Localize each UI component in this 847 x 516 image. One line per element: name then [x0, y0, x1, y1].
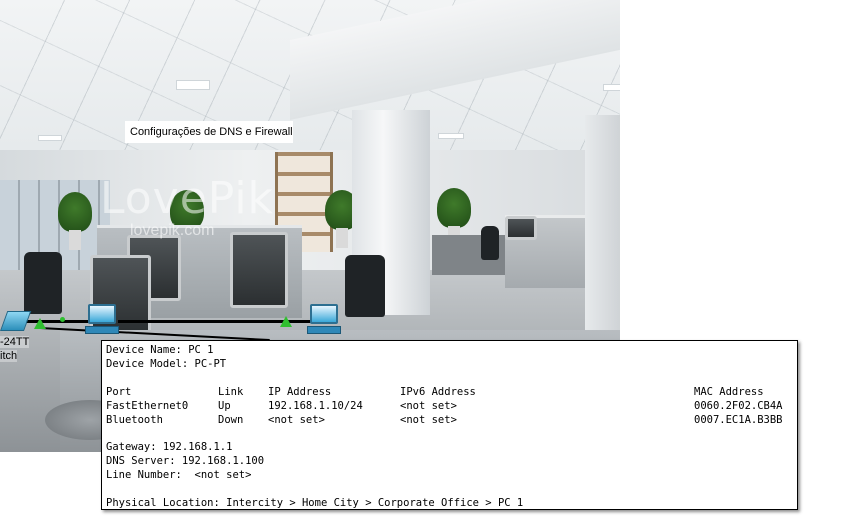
switch-type-label: itch: [0, 350, 18, 362]
watermark-url: lovepik.com: [130, 222, 215, 239]
dns-label: DNS Server:: [106, 455, 176, 467]
line-number-row: Line Number: <not set>: [106, 469, 251, 482]
plant: [58, 192, 92, 250]
switch-model-label: -24TT: [0, 336, 30, 348]
monitor: [505, 216, 537, 240]
gateway-value: 192.168.1.1: [162, 441, 233, 453]
watermark-brand: LovePik: [100, 173, 275, 224]
dns-value: 192.168.1.100: [181, 455, 265, 467]
interface-ip: 192.168.1.10/24: [268, 400, 363, 412]
interface-port: Bluetooth: [106, 414, 163, 426]
pillar: [585, 115, 620, 335]
interface-mac: 0060.2F02.CB4A: [694, 400, 783, 412]
physical-location-value: Intercity > Home City > Corporate Office…: [226, 497, 524, 509]
gateway-label: Gateway:: [106, 441, 157, 453]
physical-location-label: Physical Location:: [106, 497, 220, 509]
device-name-label: Device Name:: [106, 344, 182, 356]
port-header: Port: [106, 386, 132, 398]
device-model-label: Device Model:: [106, 358, 189, 370]
office-chair: [24, 252, 62, 314]
monitor: [230, 232, 288, 308]
link-header: Link: [218, 386, 244, 398]
device-model-value: PC-PT: [194, 358, 227, 370]
device-name-row: Device Name: PC 1: [106, 344, 213, 357]
dns-row: DNS Server: 192.168.1.100: [106, 455, 264, 468]
link-status-up-icon: [280, 316, 292, 327]
interface-port: FastEthernet0: [106, 400, 189, 412]
interface-ipv6: <not set>: [400, 414, 457, 426]
link-status-up-icon: [34, 318, 46, 329]
link-status-up-icon: [60, 317, 65, 322]
ceiling-light: [603, 84, 620, 91]
area-label: Configurações de DNS e Firewall: [125, 121, 293, 143]
line-number-value: <not set>: [194, 469, 252, 481]
interface-ip: <not set>: [268, 414, 325, 426]
mac-header: MAC Address: [694, 386, 764, 398]
ceiling-light: [438, 133, 464, 139]
line-number-label: Line Number:: [106, 469, 182, 481]
office-chair: [345, 255, 385, 317]
pc-1-icon[interactable]: [307, 304, 341, 336]
gateway-row: Gateway: 192.168.1.1: [106, 441, 232, 454]
device-info-tooltip: Device Name: PC 1 Device Model: PC-PT Po…: [101, 340, 798, 510]
device-model-row: Device Model: PC-PT: [106, 358, 226, 371]
ipv6-header: IPv6 Address: [400, 386, 476, 398]
physical-location-row: Physical Location: Intercity > Home City…: [106, 497, 523, 510]
interface-link: Down: [218, 414, 244, 426]
ceiling-light: [38, 135, 62, 141]
device-name-value: PC 1: [188, 344, 214, 356]
interface-mac: 0007.EC1A.B3BB: [694, 414, 783, 426]
interface-link: Up: [218, 400, 231, 412]
ip-header: IP Address: [268, 386, 332, 398]
pc-icon[interactable]: [85, 304, 119, 336]
interface-ipv6: <not set>: [400, 400, 457, 412]
office-chair: [481, 226, 499, 260]
ceiling-light: [176, 80, 210, 90]
